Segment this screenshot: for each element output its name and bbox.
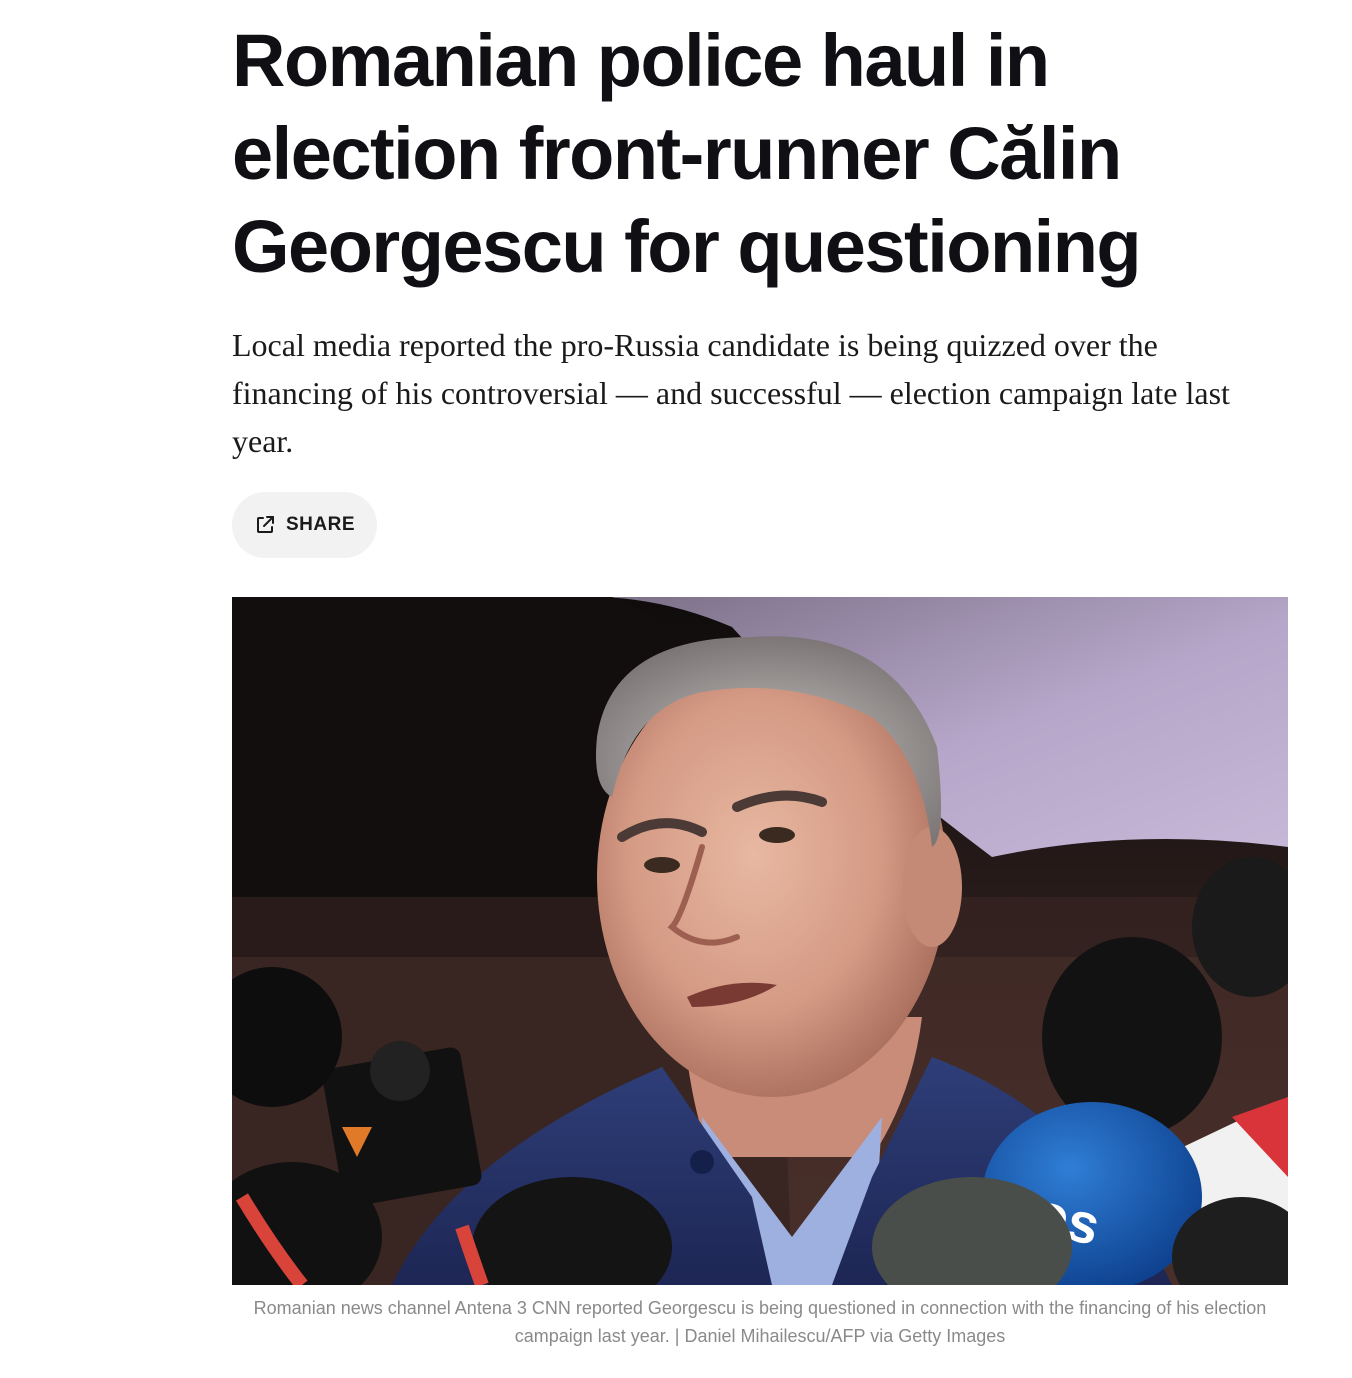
article-headline: Romanian police haul in election front-r… bbox=[232, 19, 1142, 288]
hero-photo: os bbox=[232, 597, 1288, 1285]
article: Romanian police haul in election front-r… bbox=[232, 0, 1288, 1346]
share-button[interactable]: SHARE bbox=[232, 492, 377, 558]
image-caption: Romanian news channel Antena 3 CNN repor… bbox=[232, 1294, 1288, 1350]
photo-credit: Daniel Mihailescu/AFP via Getty Images bbox=[684, 1326, 1006, 1346]
article-dek: Local media reported the pro-Russia cand… bbox=[232, 327, 1230, 459]
caption-separator: | bbox=[669, 1326, 685, 1346]
share-external-icon bbox=[254, 514, 276, 536]
share-label: SHARE bbox=[285, 514, 355, 535]
hero-image: os bbox=[232, 597, 1288, 1285]
